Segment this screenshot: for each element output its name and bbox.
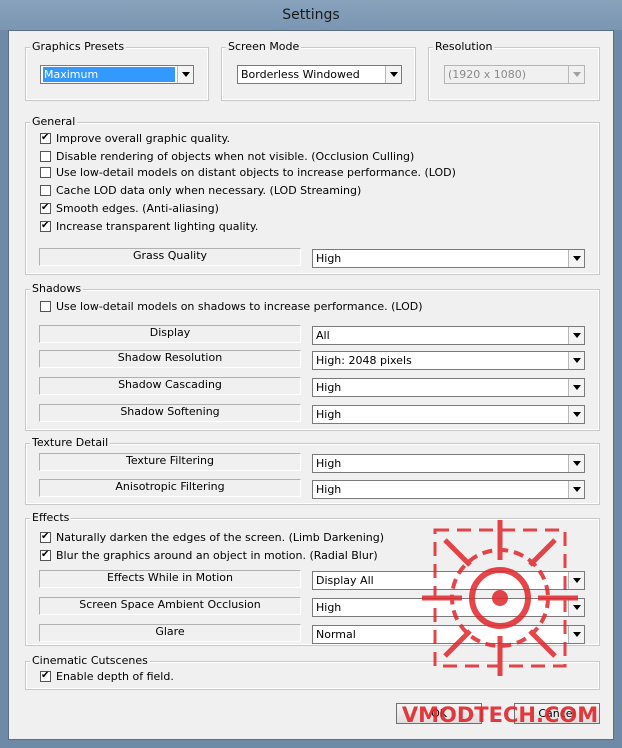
title-bar[interactable]: Settings: [0, 0, 622, 30]
resolution-dropdown[interactable]: (1920 x 1080): [444, 65, 585, 84]
checkbox-box[interactable]: [40, 301, 51, 312]
checkbox-label: Enable depth of field.: [56, 670, 174, 683]
shadow-resolution-dropdown[interactable]: High: 2048 pixels: [312, 351, 585, 370]
checkbox-box[interactable]: [40, 167, 51, 178]
grass-quality-dropdown[interactable]: High: [312, 249, 585, 268]
checkbox-box[interactable]: [40, 548, 51, 562]
general-group: General Improve overall graphic quality.…: [25, 115, 600, 275]
chevron-down-icon[interactable]: [568, 572, 584, 589]
shadow-softening-dropdown[interactable]: High: [312, 405, 585, 424]
ok-button[interactable]: OK: [396, 703, 482, 724]
chevron-down-icon[interactable]: [568, 481, 584, 498]
ssao-label: Screen Space Ambient Occlusion: [39, 597, 301, 615]
anisotropic-filtering-dropdown[interactable]: High: [312, 480, 585, 499]
resolution-value: (1920 x 1080): [448, 68, 527, 81]
settings-panel: Graphics Presets Maximum Screen Mode Bor…: [8, 30, 614, 740]
glare-value: Normal: [316, 628, 356, 641]
settings-window: Settings Graphics Presets Maximum Screen…: [0, 0, 622, 748]
checkbox-label: Cache LOD data only when necessary. (LOD…: [56, 184, 362, 197]
shadow-display-label: Display: [39, 325, 301, 343]
checkbox-box[interactable]: [40, 530, 51, 544]
checkbox-label: Naturally darken the edges of the screen…: [56, 531, 385, 544]
chevron-down-icon[interactable]: [568, 455, 584, 472]
screen-mode-dropdown[interactable]: Borderless Windowed: [237, 65, 402, 84]
general-title: General: [30, 115, 78, 129]
chevron-down-icon[interactable]: [568, 626, 584, 643]
screen-mode-value: Borderless Windowed: [241, 68, 360, 81]
cinematic-title: Cinematic Cutscenes: [30, 654, 150, 668]
checkbox-box[interactable]: [40, 131, 51, 145]
grass-quality-label: Grass Quality: [39, 248, 301, 266]
shadow-softening-value: High: [316, 408, 342, 421]
checkbox-label: Use low-detail models on shadows to incr…: [56, 300, 423, 313]
shadow-display-value: All: [316, 329, 330, 342]
shadow-cascading-label: Shadow Cascading: [39, 377, 301, 395]
checkbox-box[interactable]: [40, 185, 51, 196]
glare-dropdown[interactable]: Normal: [312, 625, 585, 644]
texture-filtering-dropdown[interactable]: High: [312, 454, 585, 473]
chevron-down-icon: [568, 66, 584, 83]
effects-motion-value: Display All: [316, 574, 374, 587]
effects-group: Effects Naturally darken the edges of th…: [25, 511, 600, 646]
checkbox-box[interactable]: [40, 669, 51, 683]
shadow-display-dropdown[interactable]: All: [312, 326, 585, 345]
shadow-resolution-label: Shadow Resolution: [39, 350, 301, 368]
glare-label: Glare: [39, 624, 301, 642]
chevron-down-icon[interactable]: [568, 250, 584, 267]
effects-motion-label: Effects While in Motion: [39, 570, 301, 588]
checkbox-label: Disable rendering of objects when not vi…: [56, 150, 415, 163]
chevron-down-icon[interactable]: [568, 352, 584, 369]
window-title: Settings: [282, 7, 340, 23]
screen-mode-label: Screen Mode: [226, 40, 302, 54]
cinematic-group: Cinematic Cutscenes Enable depth of fiel…: [25, 654, 600, 690]
effects-title: Effects: [30, 511, 72, 525]
cancel-button[interactable]: Cancel: [514, 703, 600, 724]
shadow-cascading-value: High: [316, 381, 342, 394]
screen-mode-group: Screen Mode Borderless Windowed: [221, 40, 416, 101]
shadows-group: Shadows Use low-detail models on shadows…: [25, 282, 600, 431]
grass-quality-value: High: [316, 252, 342, 265]
chevron-down-icon[interactable]: [568, 599, 584, 616]
anisotropic-filtering-label: Anisotropic Filtering: [39, 479, 301, 497]
chevron-down-icon[interactable]: [568, 327, 584, 344]
graphics-presets-group: Graphics Presets Maximum: [25, 40, 209, 101]
checkbox-box[interactable]: [40, 201, 51, 215]
graphics-presets-value: Maximum: [43, 67, 175, 82]
anisotropic-filtering-value: High: [316, 483, 342, 496]
checkbox-box[interactable]: [40, 219, 51, 233]
texture-detail-title: Texture Detail: [30, 436, 111, 450]
shadows-title: Shadows: [30, 282, 84, 296]
chevron-down-icon[interactable]: [385, 66, 401, 83]
texture-filtering-value: High: [316, 457, 342, 470]
texture-filtering-label: Texture Filtering: [39, 453, 301, 471]
shadow-softening-label: Shadow Softening: [39, 404, 301, 422]
chevron-down-icon[interactable]: [568, 406, 584, 423]
checkbox-label: Blur the graphics around an object in mo…: [56, 549, 378, 562]
shadow-cascading-dropdown[interactable]: High: [312, 378, 585, 397]
graphics-presets-dropdown[interactable]: Maximum: [40, 65, 194, 84]
chevron-down-icon[interactable]: [568, 379, 584, 396]
checkbox-label: Increase transparent lighting quality.: [56, 220, 259, 233]
chevron-down-icon[interactable]: [177, 66, 193, 83]
shadow-resolution-value: High: 2048 pixels: [316, 354, 412, 367]
checkbox-label: Use low-detail models on distant objects…: [56, 166, 456, 179]
resolution-label: Resolution: [433, 40, 495, 54]
checkbox-label: Smooth edges. (Anti-aliasing): [56, 202, 219, 215]
checkbox-box[interactable]: [40, 151, 51, 162]
texture-detail-group: Texture Detail Texture Filtering High An…: [25, 436, 600, 505]
resolution-group: Resolution (1920 x 1080): [428, 40, 600, 101]
ssao-value: High: [316, 601, 342, 614]
ssao-dropdown[interactable]: High: [312, 598, 585, 617]
graphics-presets-label: Graphics Presets: [30, 40, 127, 54]
effects-motion-dropdown[interactable]: Display All: [312, 571, 585, 590]
checkbox-label: Improve overall graphic quality.: [56, 132, 230, 145]
